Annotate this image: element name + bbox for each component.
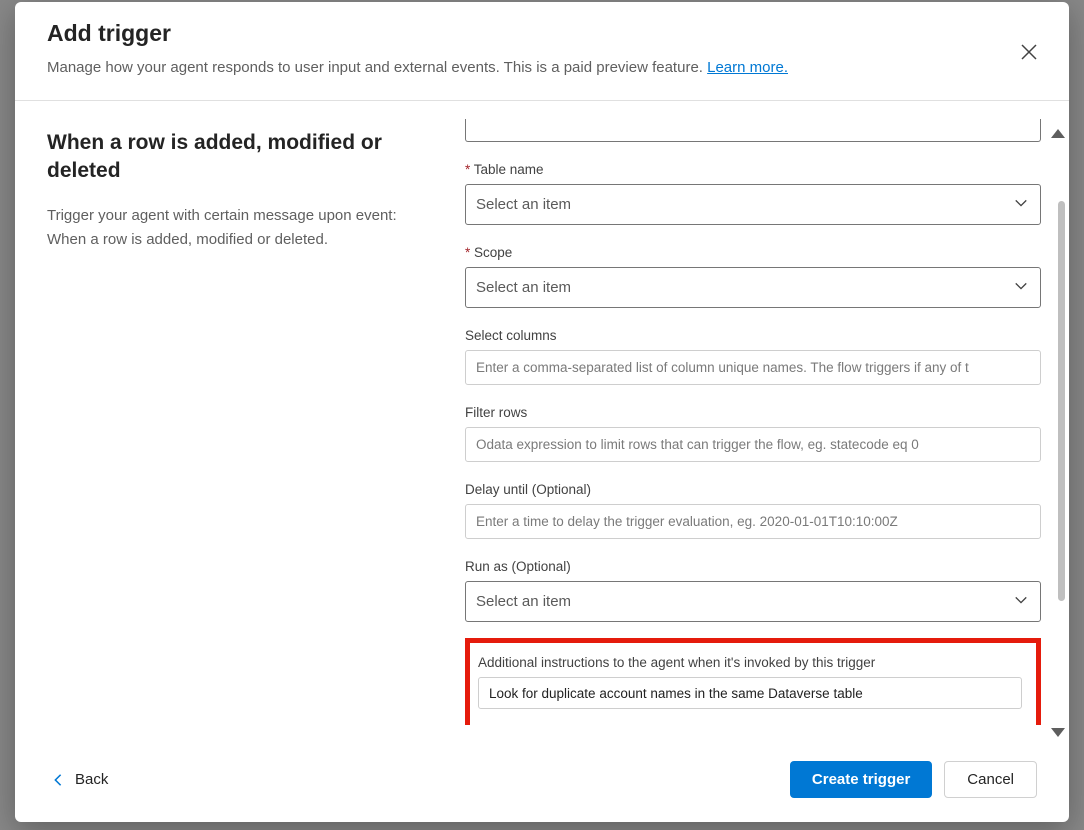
table-name-field: Table name Select an item [465, 162, 1041, 225]
chevron-down-icon [1014, 196, 1028, 214]
modal-footer: Back Create trigger Cancel [15, 743, 1069, 822]
filter-rows-input[interactable] [465, 427, 1041, 462]
back-label: Back [75, 771, 108, 788]
chevron-left-icon [51, 773, 65, 787]
select-columns-label: Select columns [465, 328, 1041, 343]
additional-instructions-label: Additional instructions to the agent whe… [478, 655, 1022, 670]
scrollbar-thumb[interactable] [1058, 201, 1065, 601]
scroll-down-icon[interactable] [1051, 728, 1065, 737]
run-as-field: Run as (Optional) Select an item [465, 559, 1041, 622]
modal-title: Add trigger [47, 20, 1037, 47]
delay-until-input[interactable] [465, 504, 1041, 539]
trigger-type-title: When a row is added, modified or deleted [47, 129, 423, 186]
run-as-label: Run as (Optional) [465, 559, 1041, 574]
right-panel: Table name Select an item Scope Select a… [455, 101, 1069, 743]
table-name-select[interactable]: Select an item [465, 184, 1041, 225]
back-button[interactable]: Back [47, 765, 112, 794]
run-as-value: Select an item [476, 593, 571, 610]
scroll-up-icon[interactable] [1051, 129, 1065, 138]
subtitle-text: Manage how your agent responds to user i… [47, 59, 707, 76]
chevron-down-icon [1014, 593, 1028, 611]
scope-field: Scope Select an item [465, 245, 1041, 308]
chevron-down-icon [1014, 279, 1028, 297]
highlighted-instructions-section: Additional instructions to the agent whe… [465, 638, 1041, 725]
left-panel: When a row is added, modified or deleted… [15, 101, 455, 743]
partial-field-above[interactable] [465, 119, 1041, 142]
scope-label: Scope [465, 245, 1041, 260]
additional-instructions-input[interactable] [478, 677, 1022, 709]
filter-rows-label: Filter rows [465, 405, 1041, 420]
modal-header: Add trigger Manage how your agent respon… [15, 2, 1069, 101]
cancel-button[interactable]: Cancel [944, 761, 1037, 798]
select-columns-input[interactable] [465, 350, 1041, 385]
delay-until-field: Delay until (Optional) [465, 482, 1041, 539]
run-as-select[interactable]: Select an item [465, 581, 1041, 622]
table-name-value: Select an item [476, 196, 571, 213]
close-button[interactable] [1017, 40, 1041, 64]
modal-body: When a row is added, modified or deleted… [15, 101, 1069, 743]
footer-actions: Create trigger Cancel [790, 761, 1037, 798]
modal-subtitle: Manage how your agent responds to user i… [47, 57, 1037, 78]
form-scroll: Table name Select an item Scope Select a… [465, 119, 1041, 725]
filter-rows-field: Filter rows [465, 405, 1041, 462]
delay-until-label: Delay until (Optional) [465, 482, 1041, 497]
table-name-label: Table name [465, 162, 1041, 177]
trigger-type-description: Trigger your agent with certain message … [47, 204, 423, 252]
scope-value: Select an item [476, 279, 571, 296]
learn-more-link[interactable]: Learn more. [707, 59, 788, 76]
close-icon [1021, 44, 1037, 60]
scope-select[interactable]: Select an item [465, 267, 1041, 308]
add-trigger-modal: Add trigger Manage how your agent respon… [15, 2, 1069, 822]
select-columns-field: Select columns [465, 328, 1041, 385]
create-trigger-button[interactable]: Create trigger [790, 761, 932, 798]
